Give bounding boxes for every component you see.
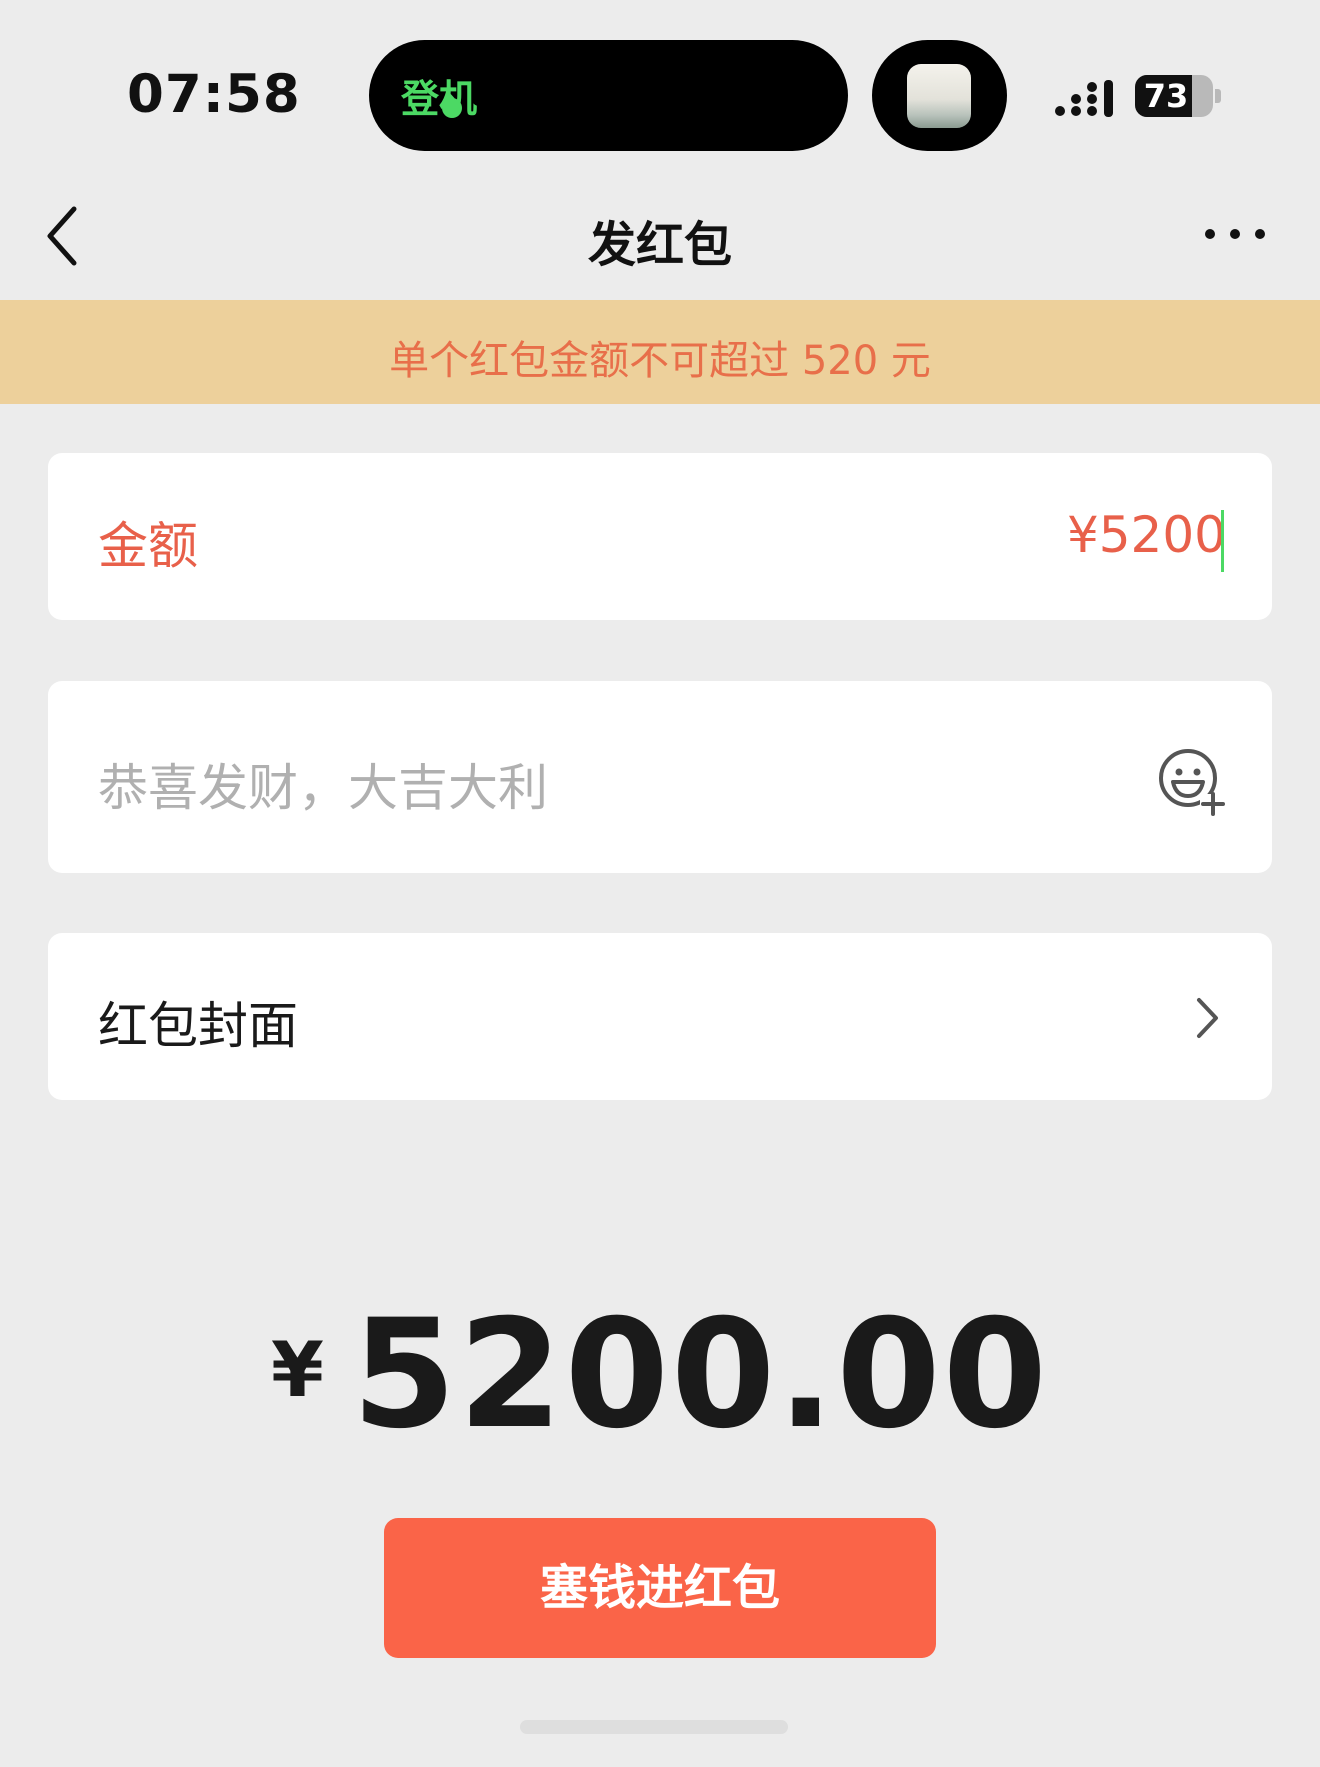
cellular-signal-icon xyxy=(1055,80,1113,117)
dynamic-island[interactable]: 登机 xyxy=(369,40,848,151)
now-playing-thumbnail xyxy=(907,64,971,128)
home-indicator[interactable] xyxy=(520,1720,788,1734)
total-amount-display: ¥ 5200.00 xyxy=(0,1300,1320,1450)
status-bar: 07:58 登机 73 xyxy=(0,0,1320,175)
chevron-right-icon xyxy=(1197,998,1218,1038)
navigation-bar: 发红包 xyxy=(0,175,1320,300)
battery-tip xyxy=(1215,89,1221,103)
limit-notice-banner: 单个红包金额不可超过 520 元 xyxy=(0,300,1320,404)
cover-row[interactable]: 红包封面 xyxy=(48,933,1272,1100)
currency-symbol: ¥ xyxy=(270,1325,324,1414)
send-red-packet-button[interactable]: 塞钱进红包 xyxy=(384,1518,936,1658)
cover-label: 红包封面 xyxy=(98,997,298,1055)
dynamic-island-app[interactable] xyxy=(872,40,1007,151)
battery-level-text: 73 xyxy=(1143,77,1189,115)
amount-input[interactable]: ¥5200 xyxy=(1067,506,1226,564)
greeting-card[interactable]: 恭喜发财，大吉大利 xyxy=(48,681,1272,873)
greeting-input[interactable]: 恭喜发财，大吉大利 xyxy=(98,748,548,820)
text-caret xyxy=(1221,510,1224,572)
amount-card[interactable]: 金额 ¥5200 xyxy=(48,453,1272,620)
limit-notice-text: 单个红包金额不可超过 520 元 xyxy=(389,338,931,384)
more-options-button[interactable] xyxy=(1200,219,1270,249)
island-activity-icon xyxy=(442,98,462,118)
page-title: 发红包 xyxy=(587,217,732,273)
battery-icon: 73 xyxy=(1135,75,1213,117)
island-activity-label: 登机 xyxy=(401,77,478,121)
status-time: 07:58 xyxy=(127,64,301,125)
emoji-add-icon[interactable] xyxy=(1156,746,1228,818)
amount-label: 金额 xyxy=(98,517,198,575)
total-amount-value: 5200.00 xyxy=(351,1288,1050,1462)
